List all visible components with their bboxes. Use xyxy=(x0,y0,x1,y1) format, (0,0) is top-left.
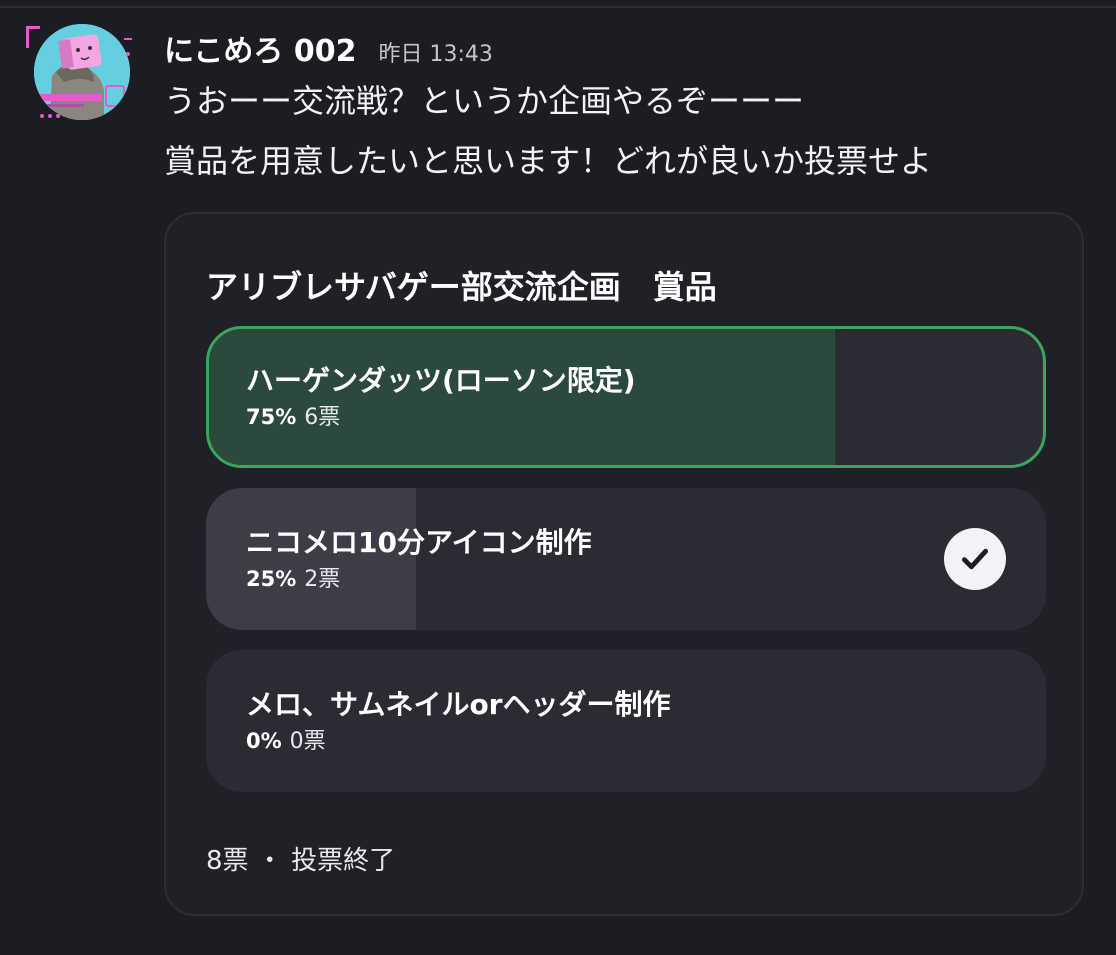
poll-option-percent: 25% xyxy=(246,567,297,591)
poll-option-1[interactable]: ハーゲンダッツ(ローソン限定) 75% 6票 xyxy=(206,326,1046,468)
poll-option-3[interactable]: メロ、サムネイルorヘッダー制作 0% 0票 xyxy=(206,650,1046,792)
message-text-line-1: うおーー交流戦？というか企画やるぞーーー xyxy=(164,82,805,120)
poll-option-votes: 6票 xyxy=(304,405,341,430)
poll-option-label: ニコメロ10分アイコン制作 xyxy=(246,526,592,559)
poll-card: アリブレサバゲー部交流企画 賞品 ハーゲンダッツ(ローソン限定) 75% 6票 ニ… xyxy=(164,212,1084,916)
checkmark-icon xyxy=(944,528,1006,590)
poll-option-label: メロ、サムネイルorヘッダー制作 xyxy=(246,688,671,721)
username[interactable]: にこめろ 002 xyxy=(164,26,356,70)
top-divider xyxy=(0,0,1116,8)
poll-option-label: ハーゲンダッツ(ローソン限定) xyxy=(246,364,636,397)
poll-option-votes: 2票 xyxy=(304,567,341,592)
poll-question: アリブレサバゲー部交流企画 賞品 xyxy=(206,268,717,306)
message-timestamp: 昨日 13:43 xyxy=(378,42,493,67)
poll-footer: 8票 ・ 投票終了 xyxy=(206,846,396,876)
poll-option-2[interactable]: ニコメロ10分アイコン制作 25% 2票 xyxy=(206,488,1046,630)
poll-option-votes: 0票 xyxy=(289,729,326,754)
avatar[interactable] xyxy=(24,20,136,122)
message-header: にこめろ 002 昨日 13:43 xyxy=(164,26,493,70)
message-text-line-2: 賞品を用意したいと思います！どれが良いか投票せよ xyxy=(164,142,933,180)
poll-option-percent: 75% xyxy=(246,405,297,429)
poll-option-percent: 0% xyxy=(246,729,282,753)
